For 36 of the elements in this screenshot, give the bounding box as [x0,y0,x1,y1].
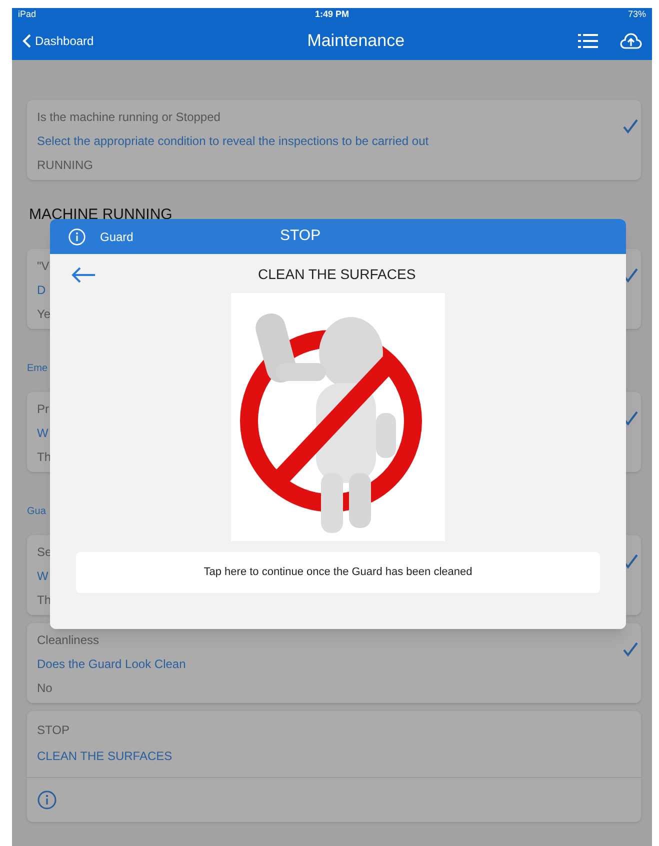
nav-title: Maintenance [306,30,406,52]
inspection-card[interactable]: Cleanliness Does the Guard Look Clean No [27,622,641,702]
subsection-heading: Eme [27,362,49,376]
card-question: W [37,568,48,584]
info-icon[interactable] [37,790,57,810]
battery-level: 73% [628,8,646,22]
card-label: Is the machine running or Stopped [37,109,220,126]
continue-button[interactable]: Tap here to continue once the Guard has been cleaned [76,552,600,593]
dialog-category: Guard [100,228,134,246]
card-question: Does the Guard Look Clean [37,656,186,672]
back-button[interactable]: Dashboard [22,32,94,50]
card-answer: Ye [37,306,51,322]
card-question: W [37,424,48,442]
arrow-left-icon[interactable] [70,266,96,284]
card-label: "V [37,258,50,274]
card-question: Select the appropriate condition to reveal the inspections to be carried out [37,133,429,150]
inspection-card[interactable]: Is the machine running or Stopped Select the appropriate condition to reveal the inspections to be carried out RUNNING [27,100,641,180]
card-label: Pr [37,400,49,418]
dialog-subtitle: CLEAN THE SURFACES [258,265,416,284]
subsection-heading: Gua [27,504,47,518]
section-heading: MACHINE RUNNING [29,205,174,225]
checkmark-icon [622,640,638,656]
checkmark-icon [622,118,638,134]
card-question: CLEAN THE SURFACES [37,748,172,764]
cloud-upload-icon[interactable] [620,33,642,49]
status-time: 1:49 PM [314,8,349,22]
dialog-title: STOP [280,226,321,246]
list-icon[interactable] [578,34,598,48]
info-card[interactable]: STOP CLEAN THE SURFACES [27,710,641,822]
card-question: D [37,282,46,298]
chevron-left-icon [22,34,31,48]
card-label: STOP [37,722,70,738]
device-name: iPad [18,8,36,22]
card-answer: No [37,680,52,696]
card-label: Cleanliness [37,632,100,648]
card-answer: RUNNING [37,157,93,174]
